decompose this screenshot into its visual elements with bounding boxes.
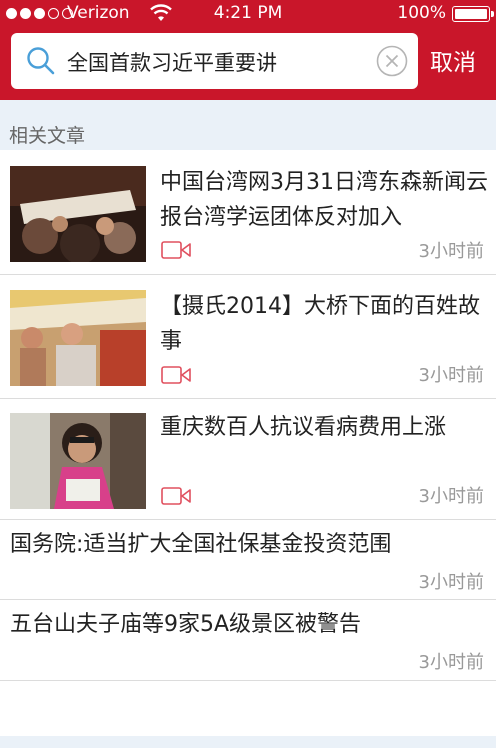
article-item[interactable]: 重庆数百人抗议看病费用上涨 3小时前 [0,399,496,520]
search-header: Verizon 4:21 PM 100% 全国首款习近平重要讲 取消 [0,0,496,100]
article-time: 3小时前 [418,652,484,673]
article-time: 3小时前 [418,486,484,507]
search-query[interactable]: 全国首款习近平重要讲 [67,47,277,77]
article-title[interactable]: 五台山夫子庙等9家5A级景区被警告 [10,607,490,642]
article-title[interactable]: 国务院:适当扩大全国社保基金投资范围 [10,527,490,562]
article-title[interactable]: 中国台湾网3月31日湾东森新闻云报台湾学运团体反对加入 [160,165,492,235]
article-time: 3小时前 [418,365,484,386]
status-bar: Verizon 4:21 PM 100% [0,0,496,28]
article-thumbnail [10,413,146,509]
search-input[interactable]: 全国首款习近平重要讲 [11,33,418,89]
clear-icon[interactable] [376,45,408,77]
video-icon [161,487,191,505]
search-icon [27,47,55,75]
battery-percent: 100% [397,3,446,23]
cancel-button[interactable]: 取消 [430,43,476,77]
article-item[interactable]: 中国台湾网3月31日湾东森新闻云报台湾学运团体反对加入 3小时前 [0,150,496,275]
article-time: 3小时前 [418,572,484,593]
article-time: 3小时前 [418,241,484,262]
article-item[interactable]: 【摄氏2014】大桥下面的百姓故事 3小时前 [0,275,496,399]
article-title[interactable]: 重庆数百人抗议看病费用上涨 [160,410,492,445]
article-item[interactable]: 国务院:适当扩大全国社保基金投资范围 3小时前 [0,520,496,600]
article-title[interactable]: 【摄氏2014】大桥下面的百姓故事 [160,289,492,359]
article-item[interactable]: 五台山夫子庙等9家5A级景区被警告 3小时前 [0,600,496,681]
section-title: 相关文章 [9,125,86,147]
video-icon [161,241,191,259]
article-thumbnail [10,166,146,262]
article-thumbnail [10,290,146,386]
battery-icon [452,6,494,22]
video-icon [161,366,191,384]
bottom-bar [0,736,496,748]
